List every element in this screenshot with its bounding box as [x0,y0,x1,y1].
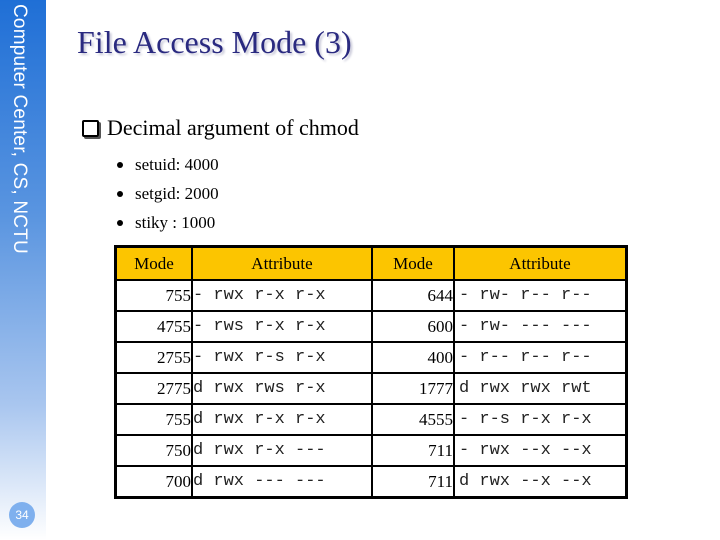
sidebar-label: Computer Center, CS, NCTU [9,4,30,254]
table-row: 755 d rwx r-x r-x 4555 - r-s r-x r-x [114,403,628,436]
sub-bullet-item: stiky : 1000 [113,208,219,237]
attribute-left-cell: d rwx r-x r-x [191,403,373,436]
sub-bullet-text: setgid: 2000 [135,184,219,203]
bullet-dot-icon [117,219,123,226]
slide-title: File Access Mode (3) [77,24,352,60]
table-row: 750 d rwx r-x --- 711 - rwx --x --x [114,434,628,467]
mode-right-cell: 600 [371,310,455,343]
main-bullet-text: Decimal argument of chmod [107,115,359,140]
attribute-left-cell: - rws r-x r-x [191,310,373,343]
sub-bullet-text: stiky : 1000 [135,213,216,232]
bullet-dot-icon [117,161,123,168]
table-row: 700 d rwx --- --- 711 d rwx --x --x [114,465,628,499]
attribute-right-cell: - rwx --x --x [453,434,628,467]
permission-table: Mode Attribute Mode Attribute 755 - rwx … [114,245,628,499]
mode-left-cell: 755 [114,403,193,436]
page-number-badge: 34 [9,502,35,528]
mode-right-cell: 644 [371,279,455,312]
attribute-left-cell: - rwx r-x r-x [191,279,373,312]
attribute-right-cell: d rwx rwx rwt [453,372,628,405]
mode-right-cell: 711 [371,434,455,467]
mode-left-cell: 750 [114,434,193,467]
attribute-left-cell: - rwx r-s r-x [191,341,373,374]
attribute-left-cell: d rwx rws r-x [191,372,373,405]
attribute-right-cell: - rw- r-- r-- [453,279,628,312]
attribute-right-cell: d rwx --x --x [453,465,628,499]
sidebar-banner: Computer Center, CS, NCTU [0,0,46,540]
mode-left-cell: 755 [114,279,193,312]
attribute-left-cell: d rwx --- --- [191,465,373,499]
main-bullet: Decimal argument of chmod [82,115,359,141]
table-row: 2775 d rwx rws r-x 1777 d rwx rwx rwt [114,372,628,405]
attribute-left-cell: d rwx r-x --- [191,434,373,467]
mode-right-cell: 711 [371,465,455,499]
mode-left-cell: 2755 [114,341,193,374]
sub-bullet-text: setuid: 4000 [135,155,219,174]
sub-bullet-item: setgid: 2000 [113,179,219,208]
header-mode-left: Mode [114,245,193,281]
header-attribute-left: Attribute [191,245,373,281]
mode-left-cell: 4755 [114,310,193,343]
mode-right-cell: 4555 [371,403,455,436]
mode-left-cell: 700 [114,465,193,499]
bullet-dot-icon [117,190,123,197]
mode-left-cell: 2775 [114,372,193,405]
table-row: 2755 - rwx r-s r-x 400 - r-- r-- r-- [114,341,628,374]
mode-right-cell: 1777 [371,372,455,405]
table-row: 4755 - rws r-x r-x 600 - rw- --- --- [114,310,628,343]
attribute-right-cell: - r-s r-x r-x [453,403,628,436]
table-header-row: Mode Attribute Mode Attribute [114,245,628,281]
checkbox-bullet-icon [82,119,99,137]
sub-bullet-list: setuid: 4000 setgid: 2000 stiky : 1000 [113,150,219,237]
attribute-right-cell: - r-- r-- r-- [453,341,628,374]
table-row: 755 - rwx r-x r-x 644 - rw- r-- r-- [114,279,628,312]
header-attribute-right: Attribute [453,245,628,281]
mode-right-cell: 400 [371,341,455,374]
sub-bullet-item: setuid: 4000 [113,150,219,179]
attribute-right-cell: - rw- --- --- [453,310,628,343]
header-mode-right: Mode [371,245,455,281]
